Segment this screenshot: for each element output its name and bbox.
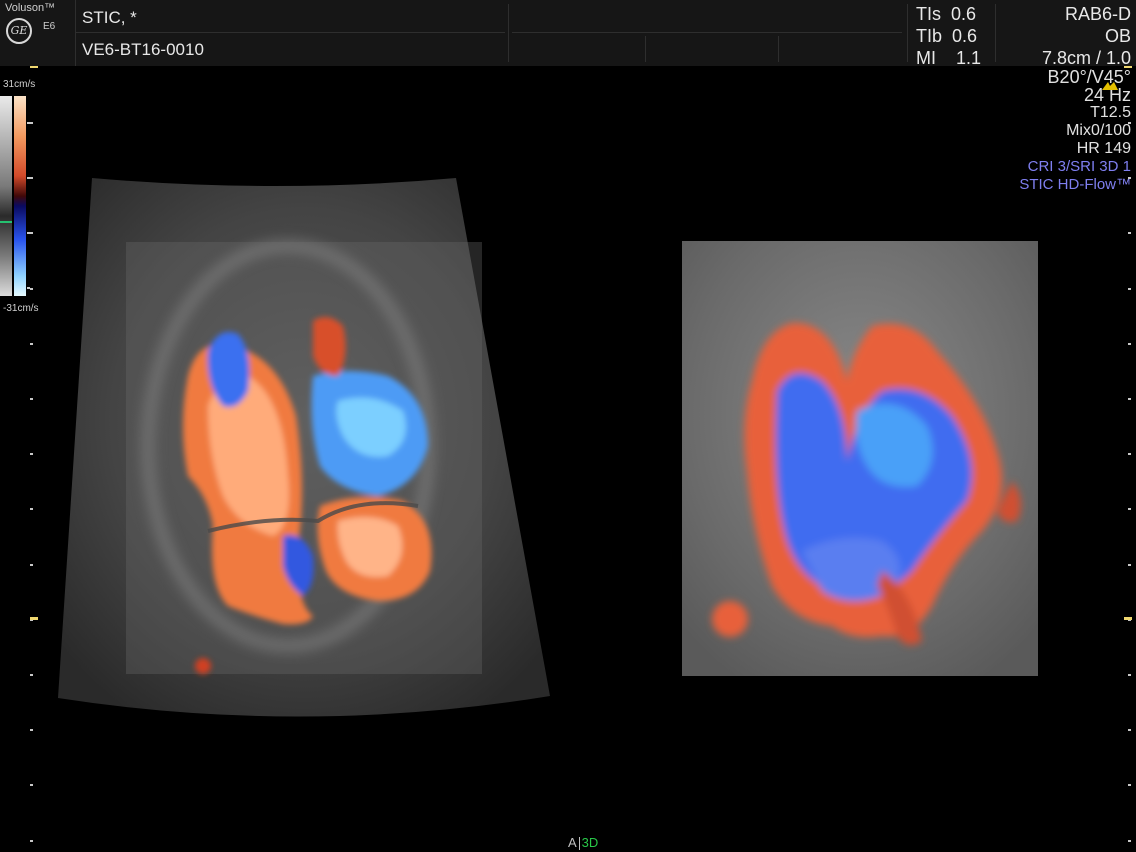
depth-tick — [30, 674, 33, 676]
depth-tick — [1128, 840, 1131, 842]
depth-tick — [1128, 177, 1131, 179]
depth-tick — [30, 729, 33, 731]
probe-name: RAB6-D — [1064, 4, 1131, 24]
param-flow-mode: STIC HD-Flow™ — [1019, 176, 1131, 193]
brand-name: Voluson™ — [5, 2, 56, 14]
probe-preset: OB — [1104, 26, 1131, 46]
safety-indices: TIs 0.6 TIb 0.6 MI 1.1 — [916, 3, 981, 69]
view-mode-indicator: A 3D — [568, 835, 599, 851]
velocity-min-label: -31cm/s — [3, 303, 39, 314]
depth-tick — [30, 398, 33, 400]
header-divider — [907, 4, 908, 62]
header-divider — [778, 36, 779, 62]
grayscale-bar — [0, 96, 12, 296]
probe-depth: 7.8cm / 1.0 — [1041, 48, 1131, 68]
ge-logo-icon: GE — [6, 18, 32, 44]
color-velocity-bar — [14, 96, 26, 296]
depth-tick — [30, 288, 33, 290]
param-heart-rate: HR 149 — [1076, 140, 1131, 157]
focus-marker — [30, 617, 38, 620]
focus-marker — [30, 66, 38, 68]
depth-tick — [1128, 784, 1131, 786]
depth-tick — [1128, 232, 1131, 234]
depth-tick — [1128, 729, 1131, 731]
depth-tick — [1128, 453, 1131, 455]
brand-area: Voluson™ GE E6 — [0, 0, 70, 66]
depth-tick — [1128, 343, 1131, 345]
depth-tick — [1128, 288, 1131, 290]
orientation-marker-icon — [1102, 82, 1118, 90]
probe-info: RAB6-D OB 7.8cm / 1.0 — [1042, 3, 1131, 69]
velocity-max-label: 31cm/s — [3, 79, 36, 90]
header-divider — [508, 4, 509, 62]
stic-3d-render-view[interactable] — [682, 241, 1038, 676]
depth-tick — [1128, 398, 1131, 400]
header-divider — [512, 32, 902, 33]
depth-tick — [30, 343, 33, 345]
param-cri: CRI 3/SRI 3D 1 — [1027, 158, 1131, 175]
mode-separator — [578, 837, 580, 851]
header-divider — [75, 0, 76, 66]
header-divider — [645, 36, 646, 62]
depth-tick — [1128, 674, 1131, 676]
safety-row-mi: MI 1.1 — [916, 48, 982, 68]
study-label: STIC, * — [82, 8, 137, 27]
focus-marker — [1124, 617, 1132, 620]
depth-tick — [1128, 508, 1131, 510]
top-header: Voluson™ GE E6 STIC, * VE6-BT16-0010 TIs… — [0, 0, 1136, 69]
depth-tick — [30, 232, 33, 234]
depth-tick — [30, 177, 33, 179]
safety-row-tis: TIs 0.6 — [916, 4, 977, 24]
baseline-marker — [0, 221, 12, 223]
depth-tick — [30, 122, 33, 124]
mode-3d-label: 3D — [581, 835, 599, 850]
param-t-value: T12.5 — [1090, 104, 1131, 121]
depth-tick — [30, 453, 33, 455]
patient-id: VE6-BT16-0010 — [82, 40, 204, 59]
depth-tick — [1128, 564, 1131, 566]
depth-tick — [30, 840, 33, 842]
header-divider — [75, 32, 505, 33]
header-divider — [995, 4, 996, 62]
depth-tick — [30, 508, 33, 510]
depth-tick — [30, 564, 33, 566]
focus-marker — [1124, 66, 1132, 68]
stic-2d-view[interactable] — [58, 176, 550, 722]
depth-tick — [30, 784, 33, 786]
brand-model: E6 — [43, 21, 56, 32]
depth-tick — [1128, 122, 1131, 124]
safety-row-tib: TIb 0.6 — [916, 26, 978, 46]
param-mix: Mix0/100 — [1066, 122, 1131, 139]
plane-label: A — [568, 835, 577, 850]
